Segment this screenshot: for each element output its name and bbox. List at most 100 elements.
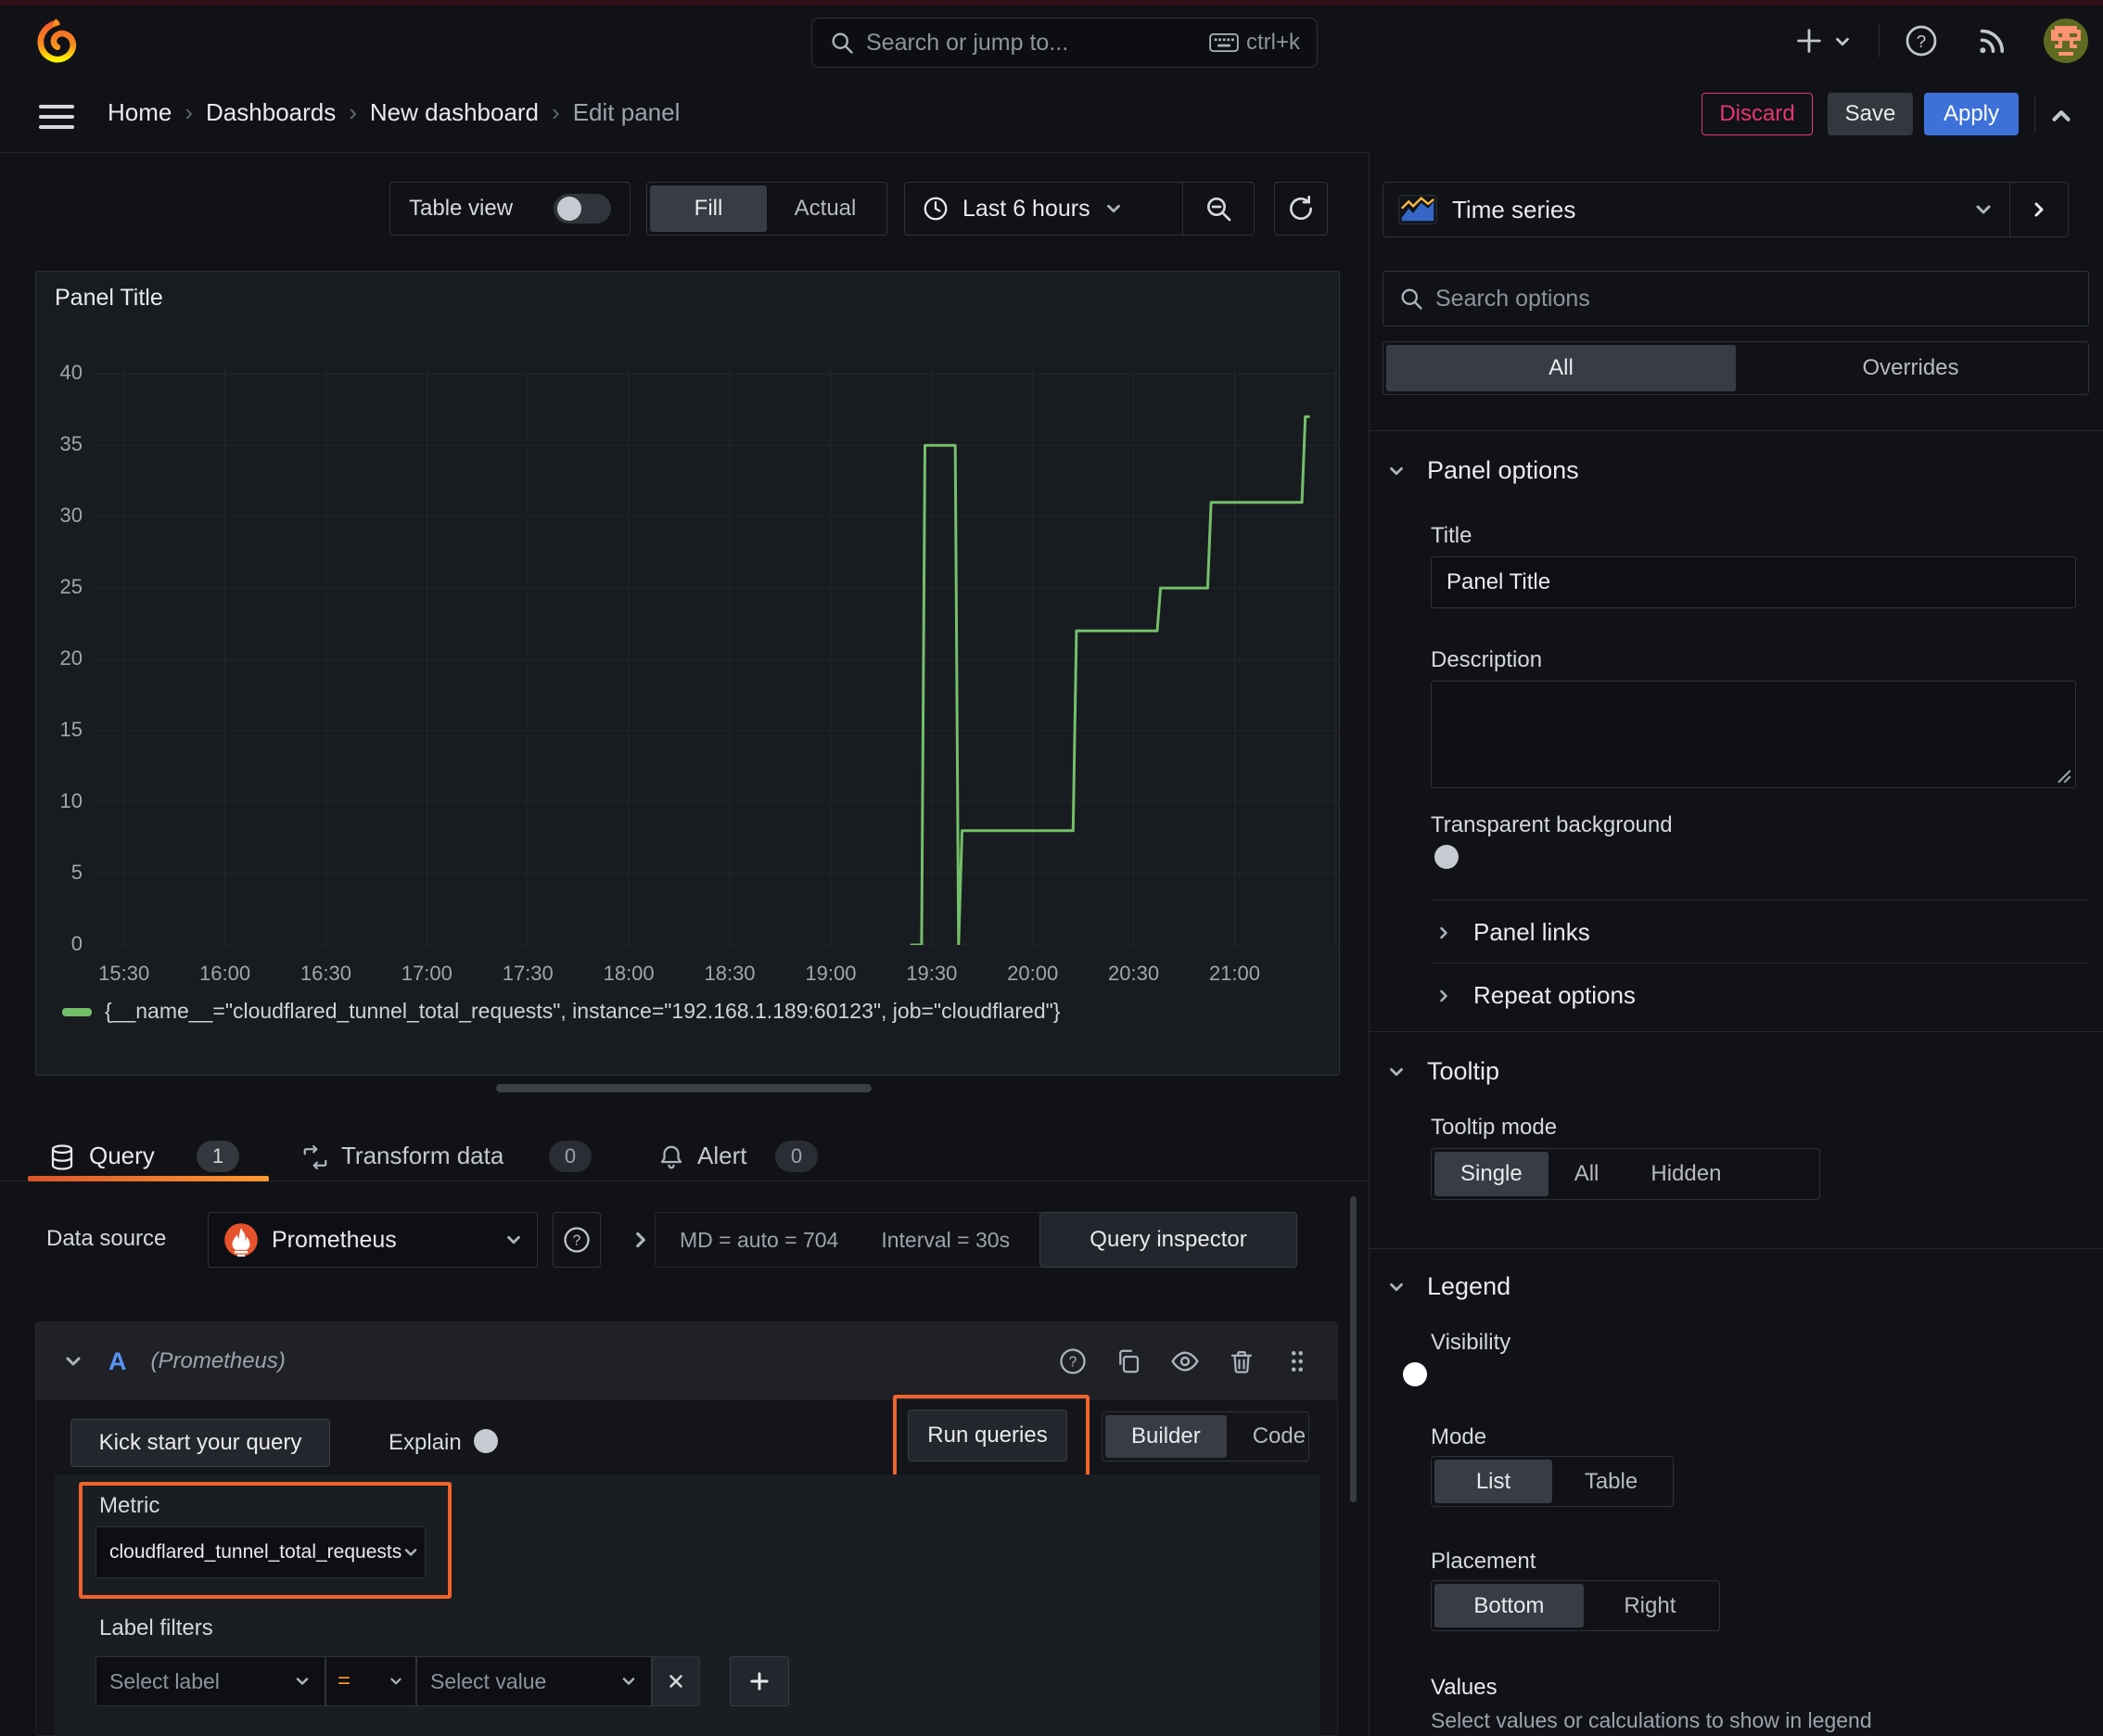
- panel-resize-handle[interactable]: [496, 1084, 872, 1092]
- y-axis-tick: 35: [59, 432, 83, 456]
- visibility-label: Visibility: [1431, 1330, 1511, 1355]
- add-caret-icon[interactable]: [1832, 32, 1853, 52]
- breadcrumb-new-dashboard[interactable]: New dashboard: [370, 98, 539, 127]
- time-series-viz-icon: [1398, 195, 1437, 224]
- tooltip-mode-all[interactable]: All: [1549, 1152, 1625, 1196]
- query-help-icon[interactable]: ?: [1059, 1347, 1087, 1375]
- collapse-caret-icon[interactable]: [62, 1350, 84, 1372]
- grafana-logo[interactable]: [33, 18, 80, 64]
- chart-legend[interactable]: {__name__="cloudflared_tunnel_total_requ…: [62, 999, 1060, 1024]
- tab-alert[interactable]: Alert: [697, 1142, 746, 1170]
- viz-expand-chevron-icon[interactable]: [2010, 183, 2068, 236]
- drag-handle-icon[interactable]: [1283, 1347, 1311, 1375]
- legend-mode-table[interactable]: Table: [1552, 1460, 1670, 1503]
- discard-button[interactable]: Discard: [1702, 93, 1813, 135]
- tooltip-header[interactable]: Tooltip: [1386, 1057, 1499, 1086]
- search-options-input[interactable]: Search options: [1383, 271, 2089, 326]
- zoom-out-icon[interactable]: [1183, 183, 1254, 235]
- time-series-plot[interactable]: [94, 365, 1339, 945]
- query-row-header[interactable]: A (Prometheus) ?: [36, 1322, 1337, 1400]
- y-axis-tick: 30: [59, 504, 83, 528]
- chart-panel[interactable]: Panel Title 0 5 10 15 20 25 30 35 40 15:30 16:00 1…: [35, 271, 1340, 1076]
- add-filter-button[interactable]: [730, 1656, 789, 1706]
- resize-handle-icon[interactable]: [2055, 767, 2071, 784]
- global-search-input[interactable]: Search or jump to... ctrl+k: [811, 18, 1318, 68]
- active-tab-underline: [28, 1176, 269, 1181]
- apply-button[interactable]: Apply: [1924, 93, 2019, 135]
- delete-query-trash-icon[interactable]: [1228, 1347, 1255, 1375]
- remove-filter-button[interactable]: [652, 1656, 700, 1706]
- repeat-options-section[interactable]: Repeat options: [1434, 981, 1636, 1010]
- tooltip-mode-switch: Single All Hidden: [1431, 1148, 1820, 1200]
- viz-caret-icon[interactable]: [1972, 198, 1995, 221]
- scrollbar-thumb[interactable]: [1350, 1196, 1357, 1502]
- breadcrumb-dashboards[interactable]: Dashboards: [206, 98, 336, 127]
- legend-placement-switch: Bottom Right: [1431, 1580, 1720, 1631]
- breadcrumb-edit-panel: Edit panel: [572, 98, 681, 126]
- description-textarea[interactable]: [1431, 681, 2076, 788]
- legend-header[interactable]: Legend: [1386, 1272, 1510, 1301]
- legend-mode-switch: List Table: [1431, 1456, 1674, 1507]
- metric-select[interactable]: cloudflared_tunnel_total_requests: [96, 1526, 426, 1578]
- news-rss-icon[interactable]: [1975, 24, 2008, 57]
- select-value-dropdown[interactable]: Select value: [416, 1656, 652, 1706]
- duplicate-query-icon[interactable]: [1115, 1347, 1142, 1375]
- tooltip-mode-single[interactable]: Single: [1434, 1152, 1549, 1196]
- builder-option[interactable]: Builder: [1105, 1415, 1227, 1458]
- tab-query[interactable]: Query: [89, 1142, 155, 1170]
- query-inspector-button[interactable]: Query inspector: [1039, 1212, 1297, 1268]
- refresh-button[interactable]: [1274, 182, 1328, 236]
- sub-divider: [1431, 963, 2089, 964]
- x-axis-tick: 15:30: [98, 962, 150, 985]
- run-queries-button[interactable]: Run queries: [908, 1410, 1067, 1462]
- code-option[interactable]: Code: [1227, 1415, 1332, 1458]
- placement-bottom[interactable]: Bottom: [1434, 1584, 1584, 1628]
- table-view-label: Table view: [409, 196, 514, 221]
- chevron-right-icon: ›: [552, 98, 560, 126]
- tooltip-mode-hidden[interactable]: Hidden: [1625, 1152, 1747, 1196]
- panel-legend-label[interactable]: {__name__="cloudflared_tunnel_total_requ…: [105, 999, 1060, 1024]
- transparent-background-label: Transparent background: [1431, 812, 1673, 837]
- select-label-dropdown[interactable]: Select label: [96, 1656, 325, 1706]
- visualization-picker[interactable]: Time series: [1383, 182, 2069, 237]
- collapse-chevron-up-icon[interactable]: [2047, 102, 2075, 130]
- hide-query-eye-icon[interactable]: [1170, 1347, 1200, 1376]
- time-range-label[interactable]: Last 6 hours: [962, 196, 1090, 223]
- kick-start-query-button[interactable]: Kick start your query: [70, 1419, 330, 1467]
- time-range-control: Last 6 hours: [904, 182, 1255, 236]
- avatar[interactable]: [2044, 19, 2088, 63]
- expand-chevron-icon[interactable]: [629, 1228, 653, 1252]
- panel-links-section[interactable]: Panel links: [1434, 918, 1590, 947]
- datasource-caret-icon[interactable]: [503, 1230, 524, 1250]
- menu-toggle-icon[interactable]: [39, 98, 74, 135]
- add-button[interactable]: [1788, 22, 1830, 59]
- transform-count-badge: 0: [549, 1141, 592, 1172]
- time-range-caret-icon[interactable]: [1103, 198, 1124, 219]
- y-axis-tick: 0: [70, 932, 83, 955]
- tooltip-mode-label: Tooltip mode: [1431, 1115, 1558, 1140]
- datasource-picker[interactable]: Prometheus: [208, 1212, 538, 1268]
- tab-overrides[interactable]: Overrides: [1736, 345, 2085, 391]
- datasource-help-button[interactable]: ?: [553, 1212, 601, 1268]
- panel-title-input[interactable]: [1431, 556, 2076, 608]
- fill-option[interactable]: Fill: [650, 185, 767, 232]
- label-filters-label: Label filters: [99, 1615, 213, 1640]
- transform-icon: [301, 1143, 329, 1171]
- legend-mode-list[interactable]: List: [1434, 1460, 1552, 1503]
- explain-label: Explain: [389, 1430, 462, 1455]
- breadcrumb: Home › Dashboards › New dashboard › Edit…: [108, 98, 680, 127]
- chevron-down-icon: [1386, 1277, 1407, 1297]
- help-icon[interactable]: ?: [1905, 24, 1938, 57]
- save-button[interactable]: Save: [1828, 93, 1913, 135]
- select-value-placeholder: Select value: [430, 1668, 547, 1693]
- breadcrumb-home[interactable]: Home: [108, 98, 172, 127]
- panel-options-header[interactable]: Panel options: [1386, 456, 1579, 485]
- tab-transform-data[interactable]: Transform data: [341, 1142, 503, 1170]
- actual-option[interactable]: Actual: [767, 185, 884, 232]
- tab-all[interactable]: All: [1386, 345, 1736, 391]
- max-datapoints-stat: MD = auto = 704: [680, 1227, 839, 1252]
- operator-dropdown[interactable]: =: [325, 1656, 416, 1706]
- placement-right[interactable]: Right: [1584, 1584, 1716, 1628]
- table-view-toggle[interactable]: [554, 194, 611, 223]
- panel-title: Panel Title: [55, 285, 163, 311]
